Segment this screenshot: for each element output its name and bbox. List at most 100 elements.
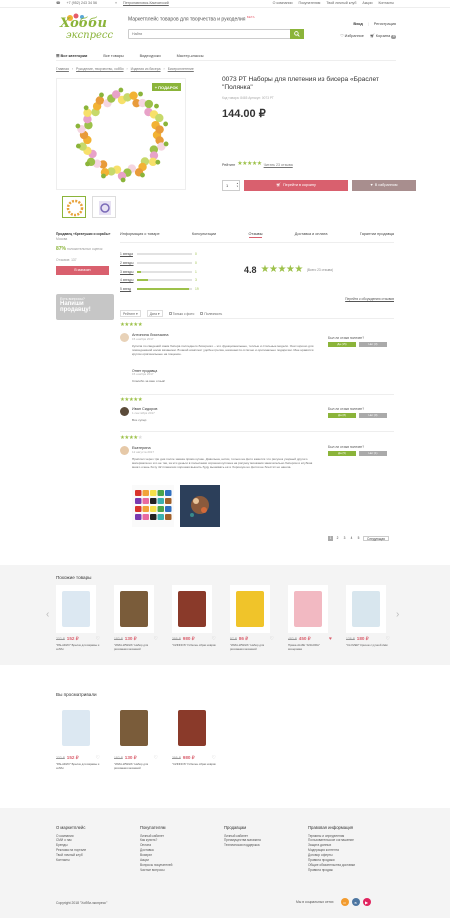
seller-name[interactable]: Продавец «Креатушки и скрабы» <box>56 232 113 236</box>
nav-all-products[interactable]: Все товары <box>103 54 123 59</box>
chevron-left-icon[interactable]: ‹ <box>46 609 49 622</box>
ok-icon[interactable]: о <box>340 898 349 906</box>
product-card[interactable]: 232 ₽152 ₽ ♡ "PALADZO" Брелок для вкрамы и… <box>56 704 100 770</box>
helpful-no-button[interactable]: Нет (1) <box>359 451 387 457</box>
rating-row-label[interactable]: 2 звезды <box>120 261 134 265</box>
product-card[interactable]: 482 ₽450 ₽ ♥ Пряжа ALIZE "ANGORA" мохерова… <box>288 585 332 651</box>
go-to-cart-button[interactable]: 🛒︎ Перейти в корзину <box>244 180 348 191</box>
heart-icon[interactable]: ♡ <box>154 755 158 761</box>
footer-link[interactable]: Контакты <box>56 858 86 863</box>
favorites-button[interactable]: ♡ Избранное <box>340 34 364 39</box>
product-name[interactable]: "CZINNOS" Гобелен образ коврик <box>172 643 216 647</box>
helpful-yes-button[interactable]: Да (5) <box>328 451 356 457</box>
helpful-no-button[interactable]: Нет (3) <box>359 342 387 348</box>
helpful-checkbox[interactable]: Полезность <box>200 312 222 316</box>
product-main-image[interactable]: + ПОДАРОК <box>56 78 186 190</box>
page-button[interactable]: 2 <box>335 536 340 541</box>
product-name[interactable]: "CZINNOS" Гобелен образ коврик <box>172 762 216 766</box>
phone-number[interactable]: +7 (952) 243 34 56 <box>66 1 96 5</box>
heart-icon[interactable]: ♡ <box>212 755 216 761</box>
product-image[interactable] <box>172 585 212 633</box>
product-card[interactable]: 182 ₽130 ₽ ♡ "WIZA-WWIZA" Набор для рисова… <box>114 704 158 770</box>
helpful-yes-button[interactable]: Да (8) <box>328 413 356 419</box>
page-button[interactable]: 4 <box>349 536 354 541</box>
product-name[interactable]: "WIZA-WWIZA" Набор для рисования мозаико… <box>114 763 158 770</box>
date-select[interactable]: Дата ▾ <box>146 310 163 318</box>
sort-select[interactable]: Рейтинг ▾ <box>120 310 141 318</box>
footer-link[interactable]: Правила продаж <box>308 868 355 873</box>
page-button[interactable]: 1 <box>328 536 333 541</box>
reviews-link[interactable]: Читать 23 отзыва <box>264 163 293 167</box>
register-link[interactable]: Регистрация <box>374 22 396 27</box>
logo[interactable]: Хобби экспресс <box>56 12 113 44</box>
product-image[interactable] <box>114 585 154 633</box>
product-name[interactable]: "PALADZO" Брелок для вкрамы и хобби <box>56 644 100 651</box>
product-name[interactable]: "CLOVER" Крючок с ручкой 2мм <box>346 643 390 647</box>
rating-row-label[interactable]: 5 звезд <box>120 287 134 291</box>
product-card[interactable]: 128 ₽180 ₽ ♡ "CLOVER" Крючок с ручкой 2мм <box>346 585 390 651</box>
product-image[interactable] <box>230 585 270 633</box>
product-name[interactable]: Пряжа ALIZE "ANGORA" мохеровая <box>288 644 332 651</box>
youtube-icon[interactable]: ▶ <box>362 898 371 906</box>
cart-button[interactable]: 🛒︎ Корзина 0 <box>370 34 396 39</box>
nav-all-categories[interactable]: ☰ Все категории <box>56 54 87 59</box>
heart-icon[interactable]: ♡ <box>386 636 390 642</box>
rating-row-label[interactable]: 3 звезды <box>120 270 134 274</box>
chevron-right-icon[interactable]: › <box>396 609 399 622</box>
nav-master-classes[interactable]: Мастер-классы <box>177 54 204 59</box>
product-name[interactable]: "PALADZO" Брелок для вкрамы и хобби <box>56 763 100 770</box>
breadcrumb-item[interactable]: Изделия из бисера <box>131 67 161 71</box>
thumbnail[interactable] <box>62 196 86 218</box>
all-reviews-link[interactable]: Перейти к обсуждению отзывов <box>345 297 394 301</box>
search-input[interactable] <box>129 30 290 38</box>
heart-icon[interactable]: ♡ <box>270 636 274 642</box>
review-photo[interactable] <box>132 485 174 527</box>
tab-delivery[interactable]: Доставка и оплата <box>295 232 328 238</box>
heart-icon[interactable]: ♡ <box>96 755 100 761</box>
product-image[interactable] <box>172 704 212 752</box>
with-photo-checkbox[interactable]: Только с фото <box>168 312 194 316</box>
product-card[interactable]: 395 ₽980 ₽ ♡ "CZINNOS" Гобелен образ коври… <box>172 704 216 770</box>
to-store-button[interactable]: В магазин <box>56 265 109 275</box>
page-button[interactable]: 3 <box>342 536 347 541</box>
helpful-no-button[interactable]: Нет (0) <box>359 413 387 419</box>
login-link[interactable]: Вход <box>353 22 362 27</box>
top-link-about[interactable]: О компании <box>273 1 293 5</box>
product-image[interactable] <box>114 704 154 752</box>
breadcrumb-item[interactable]: Бисероплетение <box>168 67 194 71</box>
tab-consult[interactable]: Консультации <box>192 232 216 238</box>
breadcrumb-item[interactable]: Главная <box>56 67 69 71</box>
footer-link[interactable]: Частые вопросы <box>140 868 172 873</box>
top-link-contacts[interactable]: Контакты <box>378 1 394 5</box>
top-link-club[interactable]: Твой личный клуб <box>326 1 356 5</box>
heart-icon[interactable]: ♡ <box>154 636 158 642</box>
footer-link[interactable]: Техническая поддержка <box>224 843 261 848</box>
product-card[interactable]: 232 ₽152 ₽ ♡ "PALADZO" Брелок для вкрамы и… <box>56 585 100 651</box>
heart-icon[interactable]: ♡ <box>96 636 100 642</box>
in-favorites-button[interactable]: ♥ В избранном <box>352 180 416 191</box>
heart-icon[interactable]: ♡ <box>212 636 216 642</box>
helpful-yes-button[interactable]: Да (15) <box>328 342 356 348</box>
quantity-stepper[interactable]: 1 ▴ ▾ <box>222 180 240 191</box>
rating-row-label[interactable]: 4 звезды <box>120 278 134 282</box>
rating-row-label[interactable]: 1 звезда <box>120 252 134 256</box>
product-image[interactable] <box>56 704 96 752</box>
top-link-promos[interactable]: Акции <box>362 1 372 5</box>
tab-info[interactable]: Информация о товаре <box>120 232 160 238</box>
product-image[interactable] <box>288 585 328 633</box>
tab-reviews[interactable]: Отзывы <box>248 232 263 238</box>
product-name[interactable]: "WIZA-WWIZA" Набор для рисования мозаико… <box>230 644 274 651</box>
product-card[interactable]: 182 ₽130 ₽ ♡ "WIZA-WWIZA" Набор для рисова… <box>114 585 158 651</box>
next-page-button[interactable]: Следующая <box>363 536 389 541</box>
city-selector[interactable]: Петропавловск-Камчатский <box>123 1 169 5</box>
product-image[interactable] <box>346 585 386 633</box>
tab-guarantee[interactable]: Гарантии продавца <box>360 232 394 238</box>
review-photo[interactable] <box>180 485 220 527</box>
heart-icon[interactable]: ♥ <box>329 636 332 642</box>
page-button[interactable]: 5 <box>356 536 361 541</box>
thumbnail[interactable] <box>92 196 116 218</box>
product-card[interactable]: 395 ₽980 ₽ ♡ "CZINNOS" Гобелен образ коври… <box>172 585 216 651</box>
product-name[interactable]: "WIZA-WWIZA" Набор для рисования мозаико… <box>114 644 158 651</box>
vk-icon[interactable]: в <box>351 898 360 906</box>
product-card[interactable]: 97 ₽86 ₽ ♡ "WIZA-WWIZA" Набор для рисовани… <box>230 585 274 651</box>
